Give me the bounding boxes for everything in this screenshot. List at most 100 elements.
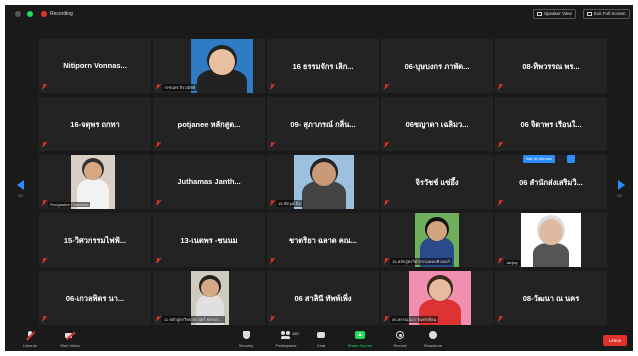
participant-name: 15-วิศวกรรมไฟฟ้... bbox=[63, 236, 127, 245]
participant-name-tag: 15-ชัยวุฒิ อิ่ม bbox=[276, 200, 303, 207]
participant-name: 16 ธรรมจักร เลิก... bbox=[292, 62, 354, 71]
page-indicator-left: 4/5 bbox=[18, 194, 23, 198]
participant-tile[interactable]: 06 สำนักส่งเสริมวิ... bbox=[495, 155, 607, 209]
fullscreen-icon bbox=[587, 11, 592, 16]
participant-name: 06-บุษบงกร ภาพัด... bbox=[404, 62, 470, 71]
participant-tile[interactable]: potjanee หลักสูต... bbox=[153, 97, 265, 151]
participant-name: จิรวัชช์ แซ่อึ้ง bbox=[415, 178, 459, 187]
record-icon bbox=[395, 331, 405, 340]
participant-tile[interactable]: 08-วัฒนา ณ นคร bbox=[495, 271, 607, 325]
participant-tile[interactable]: 13-เนตพร -ชนนม bbox=[153, 213, 265, 267]
participant-name-tag: 06-พรรณนิภา จันทร์เขียน bbox=[390, 316, 439, 323]
mic-muted-icon bbox=[384, 142, 388, 148]
mic-muted-icon bbox=[384, 316, 388, 322]
participant-name: ชาตริยา ฉลาด คณ... bbox=[289, 236, 357, 245]
share-screen-icon bbox=[355, 331, 365, 340]
next-page-arrow-icon[interactable] bbox=[618, 180, 625, 190]
participant-name: Juthamas Janth... bbox=[177, 177, 241, 186]
participant-tile[interactable]: Nitiporn Vonnas... bbox=[39, 39, 151, 93]
participant-tile[interactable]: 06-เกวลพิตร นา... bbox=[39, 271, 151, 325]
chat-icon bbox=[316, 331, 326, 340]
participants-button[interactable]: 150 Participants bbox=[271, 331, 301, 348]
mic-muted-icon bbox=[270, 316, 274, 322]
mic-muted-icon bbox=[156, 316, 160, 322]
participant-tile[interactable]: 06 สาลินี ทัพพ์เพิ่ง bbox=[267, 271, 379, 325]
more-options-button[interactable]: ··· bbox=[567, 155, 575, 163]
mic-muted-icon bbox=[498, 84, 502, 90]
mic-muted-icon bbox=[384, 200, 388, 206]
participant-name-tag: Rungradee Dittavicha bbox=[48, 202, 91, 207]
shield-icon[interactable] bbox=[27, 11, 33, 17]
participant-tile[interactable]: 08-ทิพวรรณ พร... bbox=[495, 39, 607, 93]
participant-tile[interactable]: 15-ชัยวุฒิ อิ่ม bbox=[267, 155, 379, 209]
participant-tile[interactable]: 06-บุษบงกร ภาพัด... bbox=[381, 39, 493, 93]
participant-tile[interactable]: 11 หลักสูตรวิทยาศาสตร์ พรรณา... bbox=[153, 271, 265, 325]
security-button[interactable]: Security bbox=[233, 331, 259, 348]
record-label: Record bbox=[393, 343, 407, 348]
participant-name: 06-เกวลพิตร นา... bbox=[65, 294, 125, 303]
participant-video bbox=[521, 213, 581, 267]
participant-name: 06 จิตาพร เรือนใ... bbox=[520, 120, 582, 129]
mic-muted-icon bbox=[498, 316, 502, 322]
leave-button[interactable]: Leave bbox=[603, 335, 627, 346]
participant-tile[interactable]: 09- สุภาภรณ์ กลิ่น... bbox=[267, 97, 379, 151]
participants-icon: 150 bbox=[281, 331, 299, 340]
participant-name: potjanee หลักสูต... bbox=[177, 120, 241, 129]
mic-muted-icon bbox=[156, 84, 160, 90]
participant-name: 06 สาลินี ทัพพ์เพิ่ง bbox=[294, 294, 352, 303]
mic-muted-icon bbox=[498, 258, 502, 264]
mic-muted-icon bbox=[270, 142, 274, 148]
exit-fullscreen-label: Exit Full Screen bbox=[594, 11, 626, 16]
info-icon[interactable] bbox=[15, 11, 21, 17]
speaker-view-button[interactable]: Speaker View bbox=[533, 9, 576, 19]
mic-muted-icon bbox=[498, 142, 502, 148]
mic-muted-icon bbox=[42, 84, 46, 90]
participant-tile[interactable]: Juthamas Janth... bbox=[153, 155, 265, 209]
participants-label: Participants bbox=[275, 343, 297, 348]
participant-tile[interactable]: 06-พรรณนิภา จันทร์เขียน bbox=[381, 271, 493, 325]
record-button[interactable]: Record bbox=[389, 331, 411, 348]
participant-tile[interactable]: จิรวัชช์ แซ่อึ้ง bbox=[381, 155, 493, 209]
participant-tile[interactable]: 16 ธรรมจักร เลิก... bbox=[267, 39, 379, 93]
unmute-button[interactable]: Unmute bbox=[15, 331, 45, 348]
video-person-face bbox=[539, 219, 563, 245]
shield-icon bbox=[241, 331, 251, 340]
mic-muted-icon bbox=[42, 258, 46, 264]
mic-muted-icon bbox=[42, 142, 46, 148]
video-person-face bbox=[312, 162, 336, 186]
participant-tile[interactable]: 16-จตุพร ถกทา bbox=[39, 97, 151, 151]
video-person-face bbox=[427, 221, 447, 241]
prev-page-arrow-icon[interactable] bbox=[17, 180, 24, 190]
mic-muted-icon bbox=[270, 258, 274, 264]
video-person-face bbox=[209, 49, 235, 75]
participant-tile[interactable]: 06ชญาดา เฉลิมว... bbox=[381, 97, 493, 151]
participant-tile[interactable]: ชาตริยา ฉลาด คณ... bbox=[267, 213, 379, 267]
ask-to-unmute-button[interactable]: Ask to Unmute bbox=[523, 155, 556, 163]
participant-name: 06 สำนักส่งเสริมวิ... bbox=[519, 178, 583, 187]
exit-fullscreen-button[interactable]: Exit Full Screen bbox=[583, 9, 630, 19]
reactions-button[interactable]: Reactions bbox=[419, 331, 447, 348]
mic-muted-icon bbox=[498, 200, 502, 206]
participant-tile[interactable]: Rungradee Dittavicha bbox=[39, 155, 151, 209]
mic-muted-icon bbox=[156, 200, 160, 206]
participant-tile[interactable]: Janjay bbox=[495, 213, 607, 267]
mic-muted-icon bbox=[25, 331, 35, 341]
participant-tile[interactable]: 06 จิตาพร เรือนใ... bbox=[495, 97, 607, 151]
participant-tile[interactable]: 15-หลักสูตรวิศวกรรมคอมพิวเตอร์ bbox=[381, 213, 493, 267]
security-label: Security bbox=[238, 343, 254, 348]
participant-video bbox=[294, 155, 354, 209]
mic-muted-icon bbox=[270, 84, 274, 90]
participant-tile[interactable]: 15-วิศวกรรมไฟฟ้... bbox=[39, 213, 151, 267]
start-video-button[interactable]: Start Video bbox=[53, 331, 87, 348]
participant-tile[interactable]: ารชนพร จิรวณิชย์ bbox=[153, 39, 265, 93]
chat-button[interactable]: Chat bbox=[311, 331, 331, 348]
chat-label: Chat bbox=[316, 343, 326, 348]
participant-name: 13-เนตพร -ชนนม bbox=[180, 236, 238, 245]
speaker-view-label: Speaker View bbox=[544, 11, 572, 16]
top-bar: Recording Speaker View Exit Full Screen bbox=[5, 5, 633, 23]
mic-muted-icon bbox=[270, 200, 274, 206]
participant-video bbox=[71, 155, 115, 209]
participant-name: 08-ทิพวรรณ พร... bbox=[522, 62, 580, 71]
zoom-window: Recording Speaker View Exit Full Screen … bbox=[5, 5, 633, 351]
share-screen-button[interactable]: Share Screen bbox=[343, 331, 377, 348]
